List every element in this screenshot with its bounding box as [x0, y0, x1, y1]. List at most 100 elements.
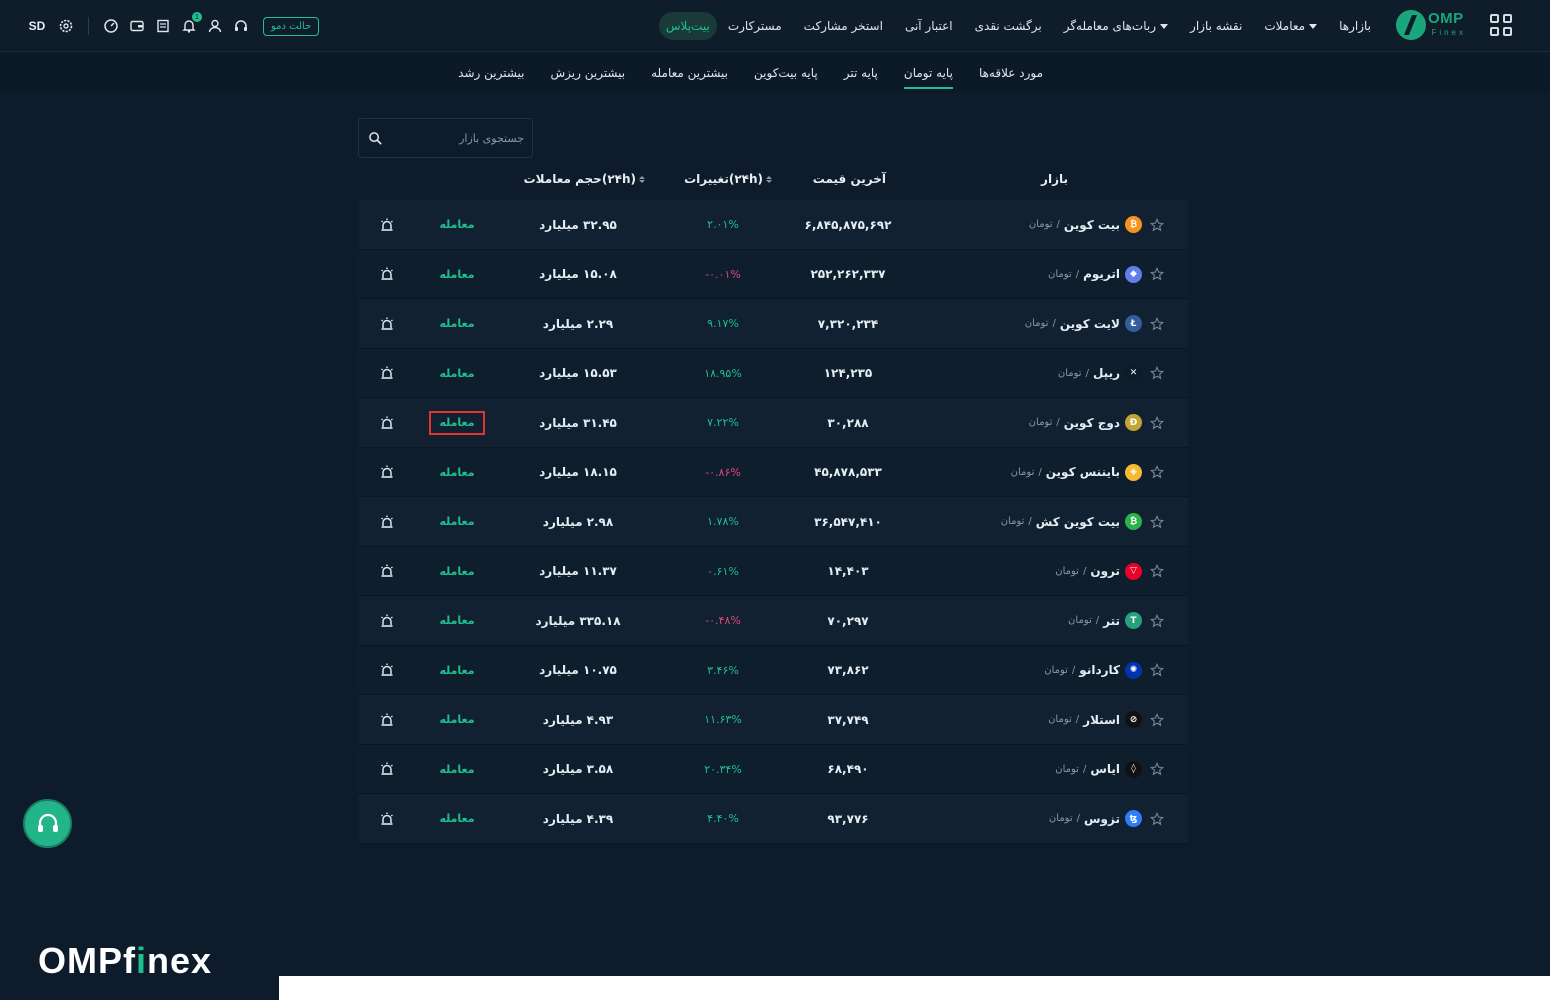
nav-item[interactable]: معاملات [1253, 12, 1328, 40]
nav-item[interactable]: بیت‌پلاس [658, 12, 717, 40]
price-alert-icon[interactable] [378, 250, 396, 299]
price-alert-icon[interactable] [378, 349, 396, 398]
wallet-icon[interactable] [129, 18, 145, 34]
market-name-cell[interactable]: اتریوم / تومان [1048, 250, 1120, 299]
market-name-cell[interactable]: تتر / تومان [1068, 596, 1120, 645]
dashboard-gauge-icon[interactable] [103, 18, 119, 34]
trade-button[interactable]: معامله [429, 213, 485, 237]
price-alert-icon[interactable] [378, 200, 396, 249]
support-headset-icon[interactable] [233, 18, 249, 34]
market-name-cell[interactable]: دوج کوین / تومان [1029, 398, 1120, 447]
trade-button[interactable]: معامله [429, 410, 485, 435]
favorite-star-icon[interactable] [1150, 200, 1164, 249]
trade-button[interactable]: معامله [429, 757, 485, 781]
market-tab[interactable]: پایه تتر [831, 53, 891, 93]
nav-item[interactable]: ربات‌های معامله‌گر [1053, 12, 1179, 40]
table-row[interactable]: ▽ ترون / تومان ۱۴,۴۰۳ ۰.۶۱% ۱۱.۳۷ میلیارد معامل… [358, 546, 1188, 596]
user-profile-icon[interactable] [207, 18, 223, 34]
market-name-cell[interactable]: ریپل / تومان [1058, 349, 1120, 398]
apps-grid-icon[interactable] [1490, 14, 1512, 36]
table-row[interactable]: ✕ ریپل / تومان ۱۲۴,۲۳۵ ۱۸.۹۵% ۱۵.۵۳ میلیارد معا… [358, 348, 1188, 398]
logo[interactable]: OMP Finex [1392, 10, 1472, 42]
favorite-star-icon[interactable] [1150, 547, 1164, 596]
market-tab[interactable]: بیشترین معامله [638, 53, 741, 93]
market-name-cell[interactable]: بیت کوین کش / تومان [1001, 497, 1120, 546]
live-support-button[interactable] [23, 799, 72, 848]
price-alert-icon[interactable] [378, 596, 396, 645]
table-row[interactable]: ◆ اتریوم / تومان ۲۵۲,۲۶۲,۳۳۷ -۰.۰۱% ۱۵.۰۸ میلی… [358, 249, 1188, 299]
sort-icon[interactable] [766, 175, 772, 183]
sort-icon[interactable] [639, 175, 645, 183]
trade-button[interactable]: معامله [429, 460, 485, 484]
favorite-star-icon[interactable] [1150, 695, 1164, 744]
trade-button[interactable]: معامله [429, 658, 485, 682]
table-row[interactable]: ₿ بیت کوین کش / تومان ۳۶,۵۴۷,۴۱۰ ۱.۷۸% ۲.۹۸ می… [358, 497, 1188, 547]
favorite-star-icon[interactable] [1150, 794, 1164, 843]
trade-button[interactable]: معامله [429, 312, 485, 336]
settings-gear-icon[interactable] [58, 18, 74, 34]
notification-bell-icon[interactable]: 1 [181, 12, 202, 34]
market-tab[interactable]: پایه بیت‌کوین [741, 53, 831, 93]
price-alert-icon[interactable] [378, 299, 396, 348]
market-name-cell[interactable]: لایت کوین / تومان [1025, 299, 1120, 348]
market-tab[interactable]: مورد علاقه‌ها [966, 53, 1056, 93]
market-name-cell[interactable]: ایاس / تومان [1055, 745, 1120, 794]
market-tab[interactable]: بیشترین رشد [445, 53, 537, 93]
nav-item[interactable]: اعتبار آنی [894, 12, 964, 40]
market-name-cell[interactable]: کاردانو / تومان [1044, 646, 1120, 695]
price-alert-icon[interactable] [378, 695, 396, 744]
price-alert-icon[interactable] [378, 497, 396, 546]
market-name-cell[interactable]: ترون / تومان [1055, 547, 1120, 596]
trade-button[interactable]: معامله [429, 708, 485, 732]
table-row[interactable]: ₿ بیت کوین / تومان ۶,۸۴۵,۸۷۵,۶۹۲ ۲.۰۱% ۳۲.۹۵ م… [358, 200, 1188, 250]
table-row[interactable]: ⊘ استلار / تومان ۳۷,۷۴۹ ۱۱.۶۳% ۴.۹۳ میلیارد معا… [358, 695, 1188, 745]
favorite-star-icon[interactable] [1150, 398, 1164, 447]
trade-button[interactable]: معامله [429, 262, 485, 286]
price-alert-icon[interactable] [378, 646, 396, 695]
table-row[interactable]: Ð دوج کوین / تومان ۳۰,۲۸۸ ۷.۲۲% ۳۱.۴۵ میلیارد م… [358, 398, 1188, 448]
table-row[interactable]: Ł لایت کوین / تومان ۷,۳۲۰,۲۳۴ ۹.۱۷% ۲.۲۹ میلیا… [358, 299, 1188, 349]
favorite-star-icon[interactable] [1150, 497, 1164, 546]
favorite-star-icon[interactable] [1150, 448, 1164, 497]
market-search-input[interactable] [389, 119, 524, 157]
language-switch[interactable]: SD [26, 18, 48, 34]
demo-mode-button[interactable]: حالت دمو [263, 16, 320, 36]
nav-item[interactable]: مسترکارت [717, 12, 793, 40]
table-row[interactable]: T تتر / تومان ۷۰,۲۹۷ -۰.۴۸% ۳۳۵.۱۸ میلیارد معام… [358, 596, 1188, 646]
table-row[interactable]: ◊ ایاس / تومان ۶۸,۴۹۰ ۲۰.۳۴% ۳.۵۸ میلیارد معامل… [358, 744, 1188, 794]
table-row[interactable]: ꜩ تزوس / تومان ۹۳,۷۷۶ ۴.۴۰% ۴.۳۹ میلیارد معامله [358, 794, 1188, 844]
table-row[interactable]: ◈ بایننس کوین / تومان ۴۵,۸۷۸,۵۳۳ -۰.۸۶% ۱۸.۱۵ … [358, 447, 1188, 497]
market-tab[interactable]: پایه تومان [891, 53, 966, 93]
favorite-star-icon[interactable] [1150, 299, 1164, 348]
nav-item[interactable]: نقشه بازار [1179, 12, 1253, 40]
market-name-cell[interactable]: بایننس کوین / تومان [1011, 448, 1120, 497]
favorite-star-icon[interactable] [1150, 349, 1164, 398]
nav-item[interactable]: بازارها [1328, 12, 1382, 40]
price-alert-icon[interactable] [378, 547, 396, 596]
price-alert-icon[interactable] [378, 794, 396, 843]
table-row[interactable]: ✺ کاردانو / تومان ۷۳,۸۶۲ ۳.۴۶% ۱۰.۷۵ میلیارد مع… [358, 645, 1188, 695]
header-volume[interactable]: حجم معاملات(۲۴h) [524, 172, 645, 186]
market-tab[interactable]: بیشترین ریزش [538, 53, 639, 93]
orders-list-icon[interactable] [155, 18, 171, 34]
price-alert-icon[interactable] [378, 745, 396, 794]
market-name-cell[interactable]: بیت کوین / تومان [1029, 200, 1120, 249]
price-alert-icon[interactable] [378, 448, 396, 497]
market-name-cell[interactable]: تزوس / تومان [1049, 794, 1120, 843]
market-name-cell[interactable]: استلار / تومان [1048, 695, 1120, 744]
search-icon[interactable] [368, 131, 383, 146]
trade-button[interactable]: معامله [429, 559, 485, 583]
favorite-star-icon[interactable] [1150, 596, 1164, 645]
header-last-price: آخرین قیمت [812, 172, 886, 186]
trade-button[interactable]: معامله [429, 510, 485, 534]
nav-item[interactable]: استخر مشارکت [793, 12, 894, 40]
favorite-star-icon[interactable] [1150, 745, 1164, 794]
price-alert-icon[interactable] [378, 398, 396, 447]
nav-item[interactable]: برگشت نقدی [964, 12, 1053, 40]
favorite-star-icon[interactable] [1150, 250, 1164, 299]
trade-button[interactable]: معامله [429, 807, 485, 831]
favorite-star-icon[interactable] [1150, 646, 1164, 695]
header-change[interactable]: تغییرات(۲۴h) [684, 172, 772, 186]
trade-button[interactable]: معامله [429, 361, 485, 385]
trade-button[interactable]: معامله [429, 609, 485, 633]
